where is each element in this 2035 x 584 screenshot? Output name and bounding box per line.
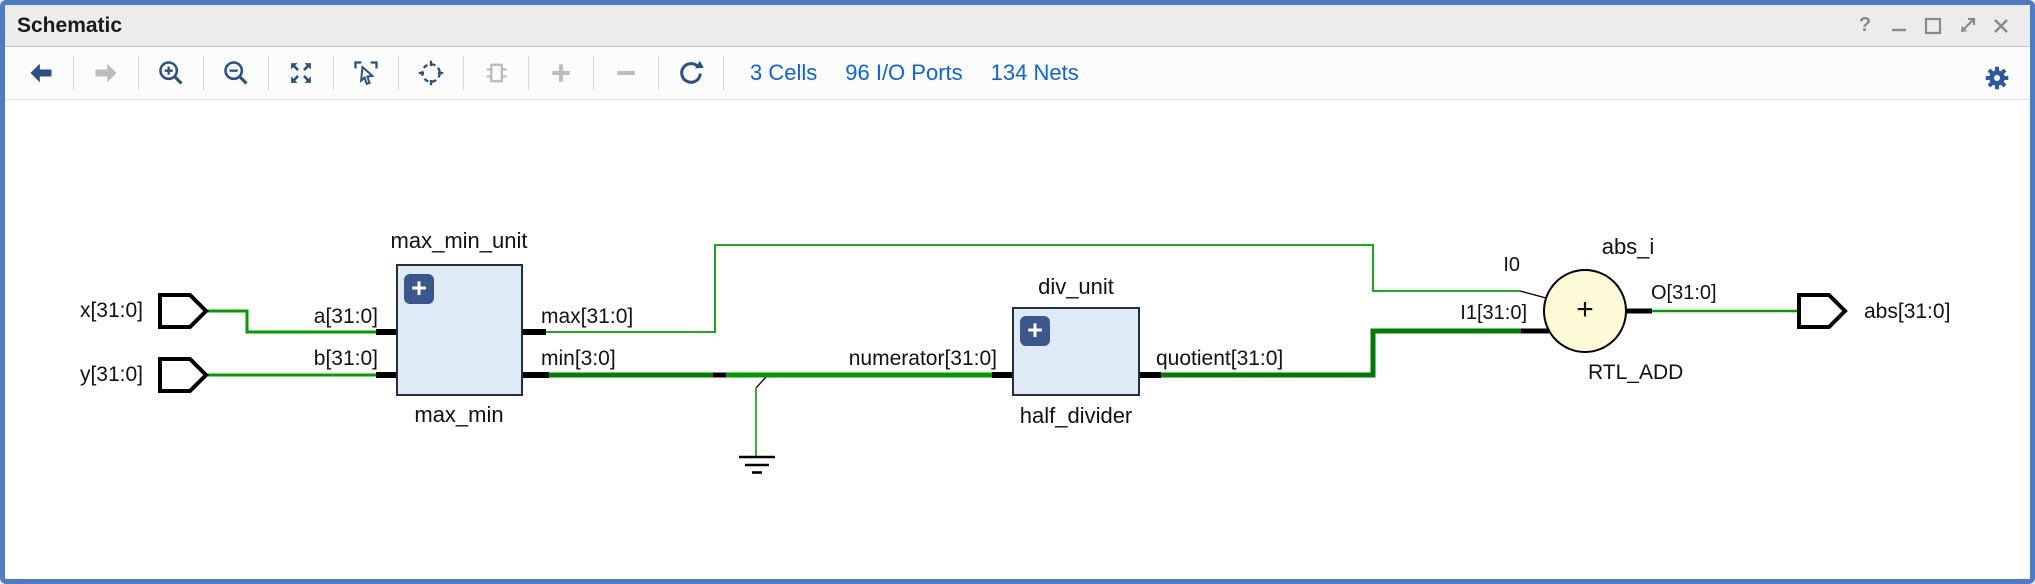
close-icon bbox=[1990, 15, 2012, 37]
back-button[interactable] bbox=[19, 51, 63, 95]
rtl-add-operator: + bbox=[1568, 293, 1602, 327]
back-icon bbox=[27, 59, 55, 87]
toolbar-separator bbox=[463, 56, 464, 90]
float-button[interactable] bbox=[1952, 12, 1982, 40]
pin-label-o: O[31:0] bbox=[1651, 282, 1717, 304]
toolbar-separator bbox=[658, 56, 659, 90]
remove-icon bbox=[612, 59, 640, 87]
io-ports-count-link[interactable]: 96 I/O Ports bbox=[845, 60, 962, 86]
pin-label-i1: I1[31:0] bbox=[1460, 302, 1527, 324]
expand-cone-button[interactable] bbox=[474, 51, 518, 95]
settings-gear-icon bbox=[1982, 63, 2012, 93]
output-port-abs-shape[interactable] bbox=[1799, 295, 1845, 327]
autofit-selection-icon bbox=[417, 59, 445, 87]
cell-instance-label: max_min bbox=[414, 402, 503, 428]
cell-instance-label: RTL_ADD bbox=[1588, 361, 1683, 384]
expand-plus-button[interactable]: + bbox=[404, 274, 434, 304]
cells-count-link[interactable]: 3 Cells bbox=[750, 60, 817, 86]
output-port-label-abs: abs[31:0] bbox=[1864, 300, 1950, 323]
toolbar-separator bbox=[138, 56, 139, 90]
toolbar-separator bbox=[723, 56, 724, 90]
pin-label-numerator: numerator[31:0] bbox=[849, 347, 997, 370]
maximize-button[interactable] bbox=[1918, 12, 1948, 40]
zoom-in-button[interactable] bbox=[149, 51, 193, 95]
maximize-icon bbox=[1922, 15, 1944, 37]
autofit-selection-button[interactable] bbox=[409, 51, 453, 95]
refresh-button[interactable] bbox=[669, 51, 713, 95]
pin-label-b: b[31:0] bbox=[314, 347, 378, 370]
toolbar: 3 Cells 96 I/O Ports 134 Nets bbox=[5, 46, 2030, 100]
toolbar-separator bbox=[333, 56, 334, 90]
settings-button[interactable] bbox=[1982, 63, 2012, 98]
pin-stub-i0[interactable] bbox=[1520, 291, 1546, 298]
minimize-icon bbox=[1888, 15, 1910, 37]
toolbar-separator bbox=[528, 56, 529, 90]
toolbar-separator bbox=[73, 56, 74, 90]
input-port-label-y: y[31:0] bbox=[80, 363, 143, 386]
cell-type-label: div_unit bbox=[1038, 274, 1114, 300]
zoom-in-icon bbox=[157, 59, 185, 87]
toolbar-separator bbox=[203, 56, 204, 90]
pin-label-max: max[31:0] bbox=[541, 305, 633, 328]
title-bar: Schematic ? bbox=[5, 5, 2030, 46]
zoom-out-icon bbox=[222, 59, 250, 87]
minimize-button[interactable] bbox=[1884, 12, 1914, 40]
cell-type-label: abs_i bbox=[1602, 234, 1655, 260]
forward-icon bbox=[92, 59, 120, 87]
pin-label-min: min[3:0] bbox=[541, 347, 616, 370]
add-button[interactable] bbox=[539, 51, 583, 95]
add-icon bbox=[547, 59, 575, 87]
help-button[interactable]: ? bbox=[1850, 12, 1880, 40]
remove-button[interactable] bbox=[604, 51, 648, 95]
ground-symbol[interactable] bbox=[739, 457, 775, 473]
pin-label-quotient: quotient[31:0] bbox=[1156, 347, 1283, 370]
pin-label-i0: I0 bbox=[1503, 254, 1520, 276]
toolbar-separator bbox=[398, 56, 399, 90]
cell-instance-label: half_divider bbox=[1020, 403, 1133, 429]
zoom-fit-icon bbox=[287, 59, 315, 87]
zoom-selection-button[interactable] bbox=[344, 51, 388, 95]
close-button[interactable] bbox=[1986, 12, 2016, 40]
input-port-label-x: x[31:0] bbox=[80, 299, 143, 322]
schematic-window: + + + max_min_unit max_min div_unit half… bbox=[0, 0, 2035, 584]
expand-plus-button[interactable]: + bbox=[1020, 316, 1050, 346]
cell-block-half-divider[interactable]: + bbox=[1012, 307, 1140, 396]
forward-button[interactable] bbox=[84, 51, 128, 95]
input-port-y-shape[interactable] bbox=[160, 359, 206, 391]
pin-label-a: a[31:0] bbox=[314, 305, 378, 328]
toolbar-separator bbox=[593, 56, 594, 90]
zoom-out-button[interactable] bbox=[214, 51, 258, 95]
cell-block-max-min[interactable]: + bbox=[396, 264, 523, 396]
cell-type-label: max_min_unit bbox=[391, 228, 528, 254]
zoom-fit-button[interactable] bbox=[279, 51, 323, 95]
window-title: Schematic bbox=[5, 14, 122, 38]
zoom-selection-icon bbox=[352, 59, 380, 87]
input-port-x-shape[interactable] bbox=[160, 295, 206, 327]
refresh-icon bbox=[677, 59, 705, 87]
bus-tap bbox=[756, 377, 766, 388]
toolbar-separator bbox=[268, 56, 269, 90]
expand-cone-icon bbox=[482, 59, 510, 87]
float-window-icon bbox=[1956, 15, 1978, 37]
nets-count-link[interactable]: 134 Nets bbox=[991, 60, 1079, 86]
